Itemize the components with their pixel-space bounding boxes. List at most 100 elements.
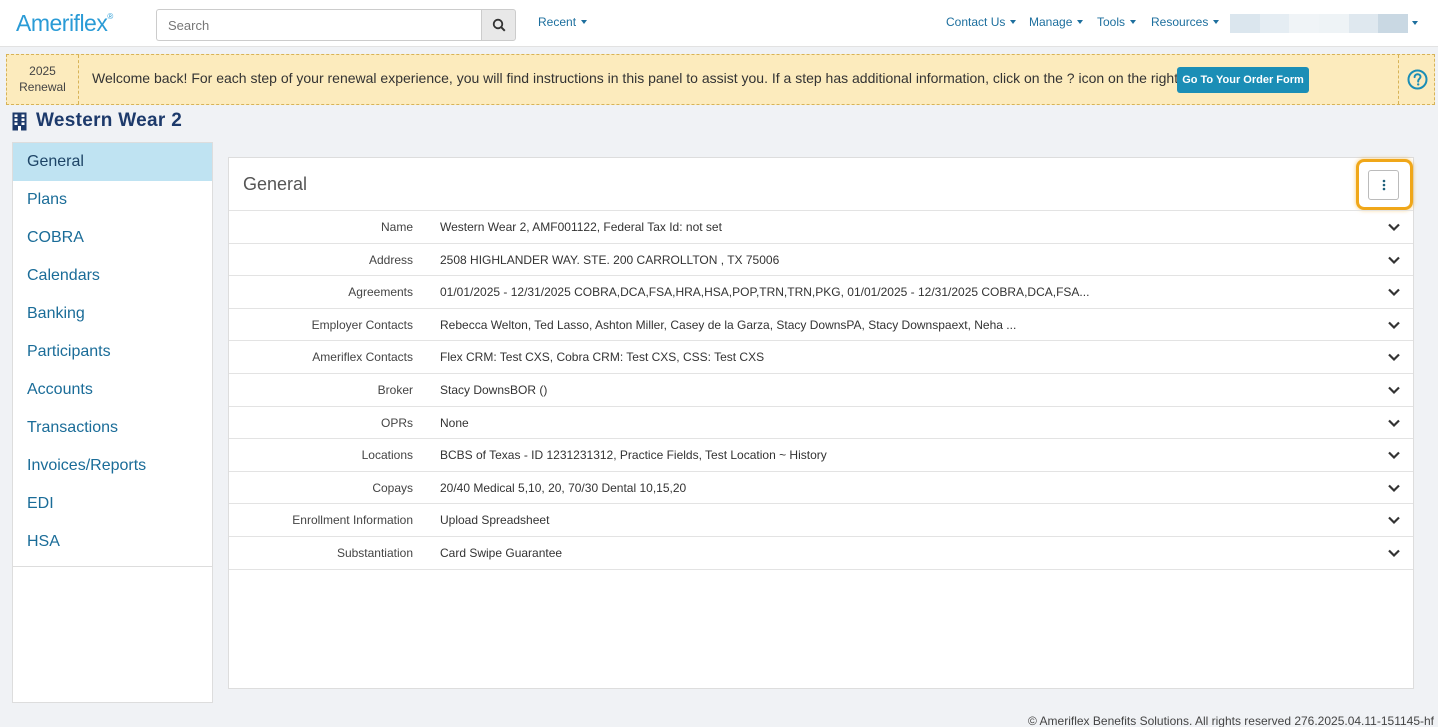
row-label: Substantiation	[336, 545, 413, 560]
sidebar-item-calendars[interactable]: Calendars	[13, 257, 212, 295]
caret-down-icon	[1077, 19, 1084, 24]
search-icon	[492, 18, 506, 32]
question-circle-icon	[1407, 69, 1427, 90]
go-to-order-form-button[interactable]: Go To Your Order Form	[1177, 67, 1309, 93]
sidebar-item-participants[interactable]: Participants	[13, 333, 212, 371]
info-row-broker[interactable]: Broker Stacy DownsBOR ()	[229, 374, 1413, 407]
user-name-blur-block	[1348, 14, 1379, 33]
chevron-down-icon[interactable]	[1387, 546, 1401, 560]
sidebar-item-hsa[interactable]: HSA	[13, 523, 212, 561]
renewal-label: Renewal	[19, 80, 66, 94]
chevron-down-icon[interactable]	[1387, 253, 1401, 267]
info-row-address[interactable]: Address 2508 HIGHLANDER WAY. STE. 200 CA…	[229, 244, 1413, 277]
registered-mark: ®	[107, 12, 113, 21]
page-title: Western Wear 2	[12, 110, 182, 132]
sidebar-item-accounts[interactable]: Accounts	[13, 371, 212, 409]
user-name-blur-block	[1289, 14, 1320, 33]
search-button[interactable]	[481, 9, 516, 41]
row-value: 20/40 Medical 5,10, 20, 70/30 Dental 10,…	[440, 480, 687, 495]
help-button[interactable]	[1398, 55, 1435, 104]
info-row-locations[interactable]: Locations BCBS of Texas - ID 1231231312,…	[229, 439, 1413, 472]
sidebar-nav: General Plans COBRA Calendars Banking Pa…	[12, 142, 213, 703]
footer-copyright: © Ameriflex Benefits Solutions. All righ…	[1028, 714, 1434, 727]
chevron-down-icon[interactable]	[1387, 285, 1401, 299]
row-label: Address	[368, 252, 413, 267]
info-row-copays[interactable]: Copays 20/40 Medical 5,10, 20, 70/30 Den…	[229, 472, 1413, 505]
caret-down-icon	[1213, 19, 1220, 24]
row-value: 01/01/2025 - 12/31/2025 COBRA,DCA,FSA,HR…	[440, 285, 1090, 300]
banner-message: Welcome back! For each step of your rene…	[92, 70, 1182, 86]
sidebar-item-general[interactable]: General	[13, 143, 212, 181]
building-icon	[12, 112, 27, 130]
renewal-year-badge: 2025 Renewal	[7, 55, 79, 104]
sidebar-item-transactions[interactable]: Transactions	[13, 409, 212, 447]
sidebar-item-invoices-reports[interactable]: Invoices/Reports	[13, 447, 212, 485]
row-value: None	[440, 415, 469, 430]
nav-contact-us[interactable]: Contact Us	[946, 15, 1017, 29]
top-navbar: Ameriflex® Recent Contact Us Manage Tool…	[0, 0, 1438, 47]
nav-tools-label: Tools	[1097, 15, 1126, 29]
row-value: Western Wear 2, AMF001122, Federal Tax I…	[440, 220, 722, 234]
renewal-year: 2025	[29, 64, 56, 78]
user-name-blur-block	[1259, 14, 1290, 33]
row-label: Agreements	[348, 285, 413, 300]
nav-recent[interactable]: Recent	[538, 15, 588, 29]
sidebar-item-banking[interactable]: Banking	[13, 295, 212, 333]
info-row-name[interactable]: Name Western Wear 2, AMF001122, Federal …	[229, 211, 1413, 244]
row-value: Flex CRM: Test CXS, Cobra CRM: Test CXS,…	[440, 350, 765, 365]
search-input[interactable]	[156, 9, 481, 41]
user-menu[interactable]	[1230, 14, 1409, 33]
chevron-down-icon[interactable]	[1387, 416, 1401, 430]
row-value: Rebecca Welton, Ted Lasso, Ashton Miller…	[440, 317, 1017, 332]
chevron-down-icon[interactable]	[1387, 448, 1401, 462]
nav-resources[interactable]: Resources	[1151, 15, 1220, 29]
row-label: Enrollment Information	[292, 513, 413, 528]
chevron-down-icon[interactable]	[1387, 383, 1401, 397]
row-label: Broker	[377, 382, 413, 397]
row-label: Locations	[361, 448, 413, 463]
row-value: Stacy DownsBOR ()	[440, 382, 548, 397]
row-value: Upload Spreadsheet	[440, 513, 550, 528]
company-name: Western Wear 2	[36, 110, 183, 131]
chevron-down-icon[interactable]	[1387, 481, 1401, 495]
nav-resources-label: Resources	[1151, 15, 1209, 29]
vertical-ellipsis-icon	[1382, 179, 1385, 191]
row-value: 2508 HIGHLANDER WAY. STE. 200 CARROLLTON…	[440, 252, 780, 267]
nav-contact-us-label: Contact Us	[946, 15, 1006, 29]
row-label: Ameriflex Contacts	[312, 350, 413, 365]
user-caret-down-icon[interactable]	[1412, 21, 1418, 25]
sidebar-item-plans[interactable]: Plans	[13, 181, 212, 219]
info-row-enrollment-information[interactable]: Enrollment Information Upload Spreadshee…	[229, 504, 1413, 537]
row-label: Name	[380, 220, 413, 234]
caret-down-icon	[581, 19, 588, 24]
info-row-agreements[interactable]: Agreements 01/01/2025 - 12/31/2025 COBRA…	[229, 276, 1413, 309]
info-row-oprs[interactable]: OPRs None	[229, 407, 1413, 440]
chevron-down-icon[interactable]	[1387, 220, 1401, 234]
user-name-blur-block	[1230, 14, 1260, 33]
chevron-down-icon[interactable]	[1387, 513, 1401, 527]
logo-text: Ameriflex	[16, 10, 108, 36]
info-row-employer-contacts[interactable]: Employer Contacts Rebecca Welton, Ted La…	[229, 309, 1413, 342]
sidebar-item-cobra[interactable]: COBRA	[13, 219, 212, 257]
ameriflex-logo[interactable]: Ameriflex®	[16, 10, 113, 37]
info-row-ameriflex-contacts[interactable]: Ameriflex Contacts Flex CRM: Test CXS, C…	[229, 341, 1413, 374]
general-panel: General Name Western Wear 2, AMF001122, …	[228, 157, 1414, 689]
chevron-down-icon[interactable]	[1387, 318, 1401, 332]
panel-title: General	[243, 174, 308, 194]
row-value: Card Swipe Guarantee	[440, 545, 563, 560]
info-row-substantiation[interactable]: Substantiation Card Swipe Guarantee	[229, 537, 1413, 570]
nav-manage-label: Manage	[1029, 15, 1073, 29]
row-label: Copays	[372, 480, 413, 495]
chevron-down-icon[interactable]	[1387, 350, 1401, 364]
nav-tools[interactable]: Tools	[1097, 15, 1137, 29]
user-name-blur-block	[1378, 14, 1409, 33]
search-bar	[156, 9, 516, 41]
sidebar-divider	[13, 566, 212, 567]
nav-manage[interactable]: Manage	[1029, 15, 1084, 29]
user-name-blur-block	[1319, 14, 1349, 33]
row-label: Employer Contacts	[311, 317, 413, 332]
more-options-button[interactable]	[1368, 170, 1399, 200]
sidebar-item-edi[interactable]: EDI	[13, 485, 212, 523]
caret-down-icon	[1130, 19, 1137, 24]
general-info-list: Name Western Wear 2, AMF001122, Federal …	[229, 210, 1413, 570]
